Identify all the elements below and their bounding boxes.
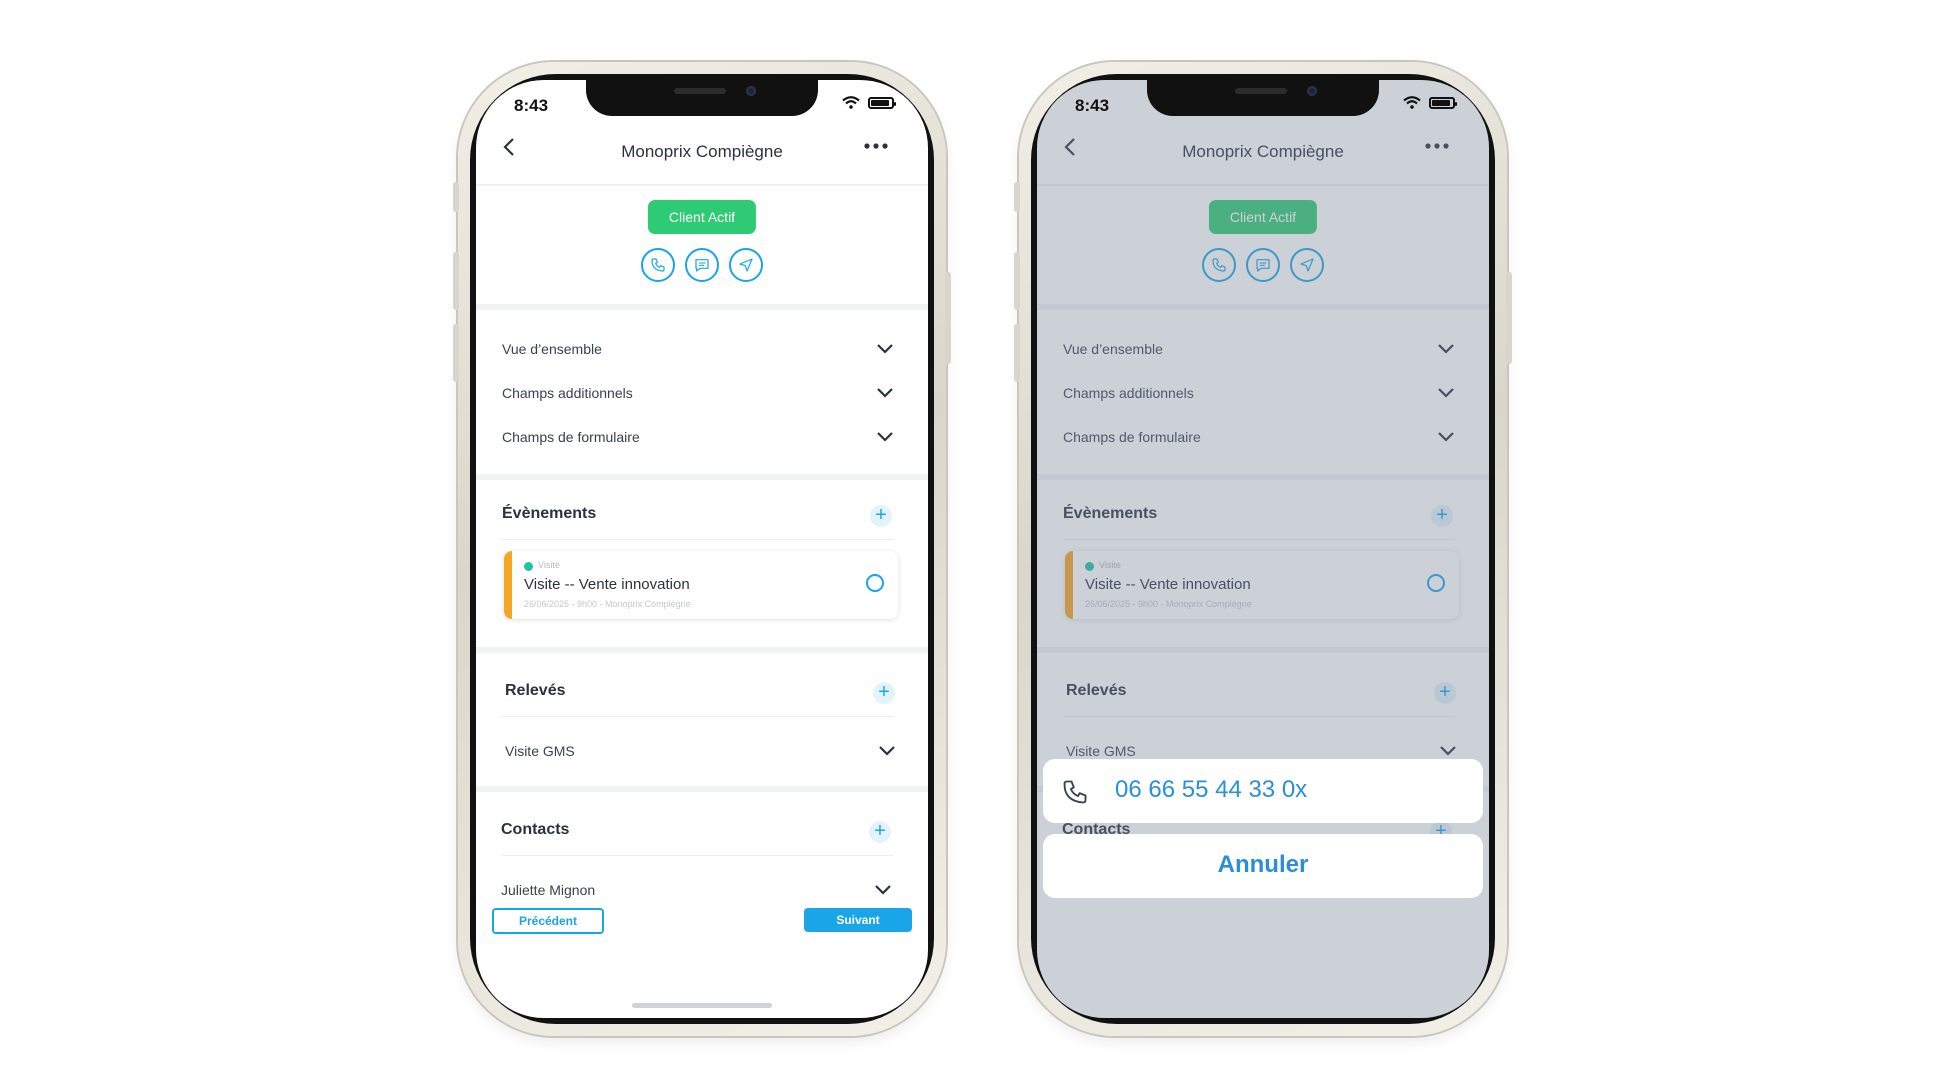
contact-name: Juliette Mignon	[501, 882, 596, 898]
notch	[586, 80, 818, 116]
event-type: Visite	[538, 560, 560, 570]
divider	[476, 647, 928, 653]
event-report-icon[interactable]	[866, 574, 884, 592]
notch	[1147, 80, 1379, 116]
page-title: Monoprix Compiègne	[621, 142, 783, 161]
accordion-label: Champs de formulaire	[502, 429, 640, 445]
next-button[interactable]: Suivant	[804, 908, 912, 932]
releve-item-visite-gms[interactable]: Visite GMS	[505, 737, 896, 765]
volume-down-button	[1014, 324, 1020, 382]
event-meta: 26/06/2025 - 9h00 - Monoprix Compiègne	[524, 599, 691, 609]
accordion-label: Vue d’ensemble	[502, 341, 602, 357]
mute-switch	[453, 182, 459, 212]
phone-left: 8:43 Monoprix Compiègne Client Actif Vue…	[453, 62, 951, 1036]
event-type-dot	[524, 562, 533, 571]
chevron-down-icon	[877, 344, 893, 354]
phone-icon	[651, 258, 665, 272]
cancel-label: Annuler	[1217, 851, 1309, 878]
volume-down-button	[453, 324, 459, 382]
chevron-down-icon	[877, 388, 893, 398]
phone-number: 06 66 55 44 33 0x	[1115, 776, 1308, 803]
call-button[interactable]	[641, 248, 675, 282]
add-contact-button[interactable]: +	[869, 821, 891, 843]
more-button[interactable]	[864, 132, 888, 163]
cancel-button[interactable]: Annuler	[1043, 834, 1483, 898]
accordion-item-form-fields[interactable]: Champs de formulaire	[502, 423, 894, 451]
battery-icon	[1429, 96, 1457, 109]
quick-actions	[641, 248, 763, 282]
more-horizontal-icon	[864, 143, 888, 149]
status-time: 8:43	[1075, 96, 1110, 115]
event-title: Visite -- Vente innovation	[524, 576, 690, 593]
contact-item[interactable]: Juliette Mignon	[501, 876, 892, 904]
power-button	[945, 272, 951, 364]
events-title: Évènements	[502, 505, 597, 522]
chevron-down-icon	[879, 746, 895, 756]
wifi-icon	[1403, 96, 1421, 109]
divider	[502, 855, 894, 856]
divider	[476, 474, 928, 480]
accordion-item-overview[interactable]: Vue d’ensemble	[502, 335, 894, 363]
status-badge: Client Actif	[647, 200, 757, 234]
power-button	[1506, 272, 1512, 364]
status-icons	[1403, 96, 1457, 109]
screen-right: 8:43 Monoprix Compiègne Client Actif Vue…	[1037, 80, 1489, 1018]
releve-label: Visite GMS	[505, 743, 575, 759]
chevron-down-icon	[875, 885, 891, 895]
phone-icon	[1063, 780, 1087, 804]
previous-button[interactable]: Précédent	[492, 908, 604, 934]
app-header: Monoprix Compiègne	[476, 124, 928, 186]
status-icons	[842, 96, 896, 109]
divider	[476, 786, 928, 792]
phone-right: 8:43 Monoprix Compiègne Client Actif Vue…	[1014, 62, 1512, 1036]
event-status-bar	[504, 551, 512, 619]
volume-up-button	[1014, 252, 1020, 310]
home-indicator[interactable]	[632, 1003, 772, 1008]
divider	[502, 539, 894, 540]
navigate-button[interactable]	[729, 248, 763, 282]
screen-left: 8:43 Monoprix Compiègne Client Actif Vue…	[476, 80, 928, 1018]
event-card[interactable]: Visite Visite -- Vente innovation 26/06/…	[504, 551, 898, 619]
mute-switch	[1014, 182, 1020, 212]
volume-up-button	[453, 252, 459, 310]
call-number-option[interactable]: 06 66 55 44 33 0x	[1043, 759, 1483, 823]
releves-title: Relevés	[505, 682, 566, 699]
chevron-down-icon	[877, 432, 893, 442]
message-button[interactable]	[685, 248, 719, 282]
battery-icon	[868, 96, 896, 109]
divider	[476, 304, 928, 310]
message-icon	[695, 259, 709, 272]
add-releve-button[interactable]: +	[873, 682, 895, 704]
accordion-label: Champs additionnels	[502, 385, 633, 401]
contacts-title: Contacts	[501, 821, 570, 838]
accordion-item-additional-fields[interactable]: Champs additionnels	[502, 379, 894, 407]
navigation-icon	[739, 258, 753, 272]
wifi-icon	[842, 96, 860, 109]
add-event-button[interactable]: +	[870, 505, 892, 527]
status-time: 8:43	[514, 96, 549, 115]
divider	[502, 716, 894, 717]
